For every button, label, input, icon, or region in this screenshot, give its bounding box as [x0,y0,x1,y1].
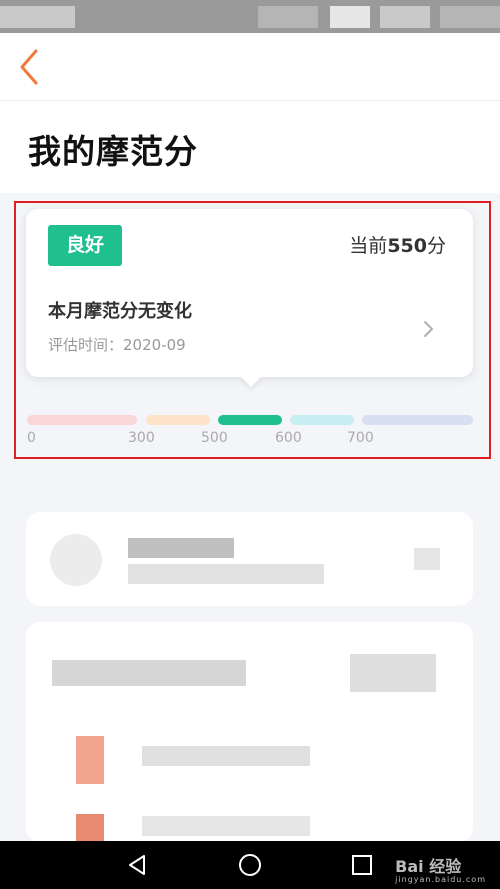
blurred-card [26,622,473,842]
scale-tick: 0 [27,430,36,446]
scale-tick: 700 [347,430,374,446]
scale-tick: 500 [201,430,228,446]
blurred-status-region [330,6,370,28]
blurred-text [350,654,436,692]
blurred-status-region [0,6,75,28]
status-badge: 良好 [48,225,122,266]
header [0,33,500,101]
nav-home-button[interactable] [236,851,264,879]
baidu-jingyan-watermark: Bai 经验 jingyan.baidu.com [395,853,486,884]
blurred-text [128,564,324,584]
blurred-status-region [258,6,318,28]
title-area: 我的摩范分 [0,101,500,193]
current-score-suffix: 分 [426,235,446,257]
blurred-status-region [440,6,500,28]
watermark-sub: jingyan.baidu.com [395,875,486,884]
evaluation-time-value: 2020-09 [123,336,186,354]
score-card[interactable]: 良好 当前550分 本月摩范分无变化 评估时间：2020-09 [26,209,473,387]
chevron-right-icon [424,321,433,337]
current-score: 当前550分 [349,231,446,258]
scale-segment-700-plus [362,415,473,425]
square-recent-icon [352,855,372,875]
blurred-status-region [380,6,430,28]
scale-segment-0-300 [27,415,137,425]
scale-tick: 600 [275,430,302,446]
blurred-text [142,746,310,766]
score-section: 良好 当前550分 本月摩范分无变化 评估时间：2020-09 0 300 50… [0,193,500,480]
blurred-image [76,814,104,842]
score-change-text: 本月摩范分无变化 [48,301,192,322]
evaluation-time-label: 评估时间： [48,336,124,354]
scale-segment-500-600 [218,415,282,425]
blurred-text [142,816,310,836]
system-nav-bar: Bai 经验 jingyan.baidu.com [0,841,500,889]
blurred-avatar [50,534,102,586]
current-score-value: 550 [387,235,427,257]
current-score-prefix: 当前 [349,235,388,257]
chevron-left-icon [20,49,38,85]
circle-home-icon [239,854,261,876]
scale-tick: 300 [128,430,155,446]
blurred-text [52,660,246,686]
status-bar [0,0,500,33]
nav-recent-button[interactable] [348,851,376,879]
blurred-card [26,512,473,606]
scale-segment-300-500 [146,415,210,425]
evaluation-time: 评估时间：2020-09 [48,334,186,355]
blurred-image [76,736,104,784]
triangle-back-icon [129,855,145,875]
blurred-text [128,538,234,558]
blurred-icon [414,548,440,570]
nav-back-button[interactable] [124,851,152,879]
watermark-text: Bai 经验 [395,857,462,876]
page-title: 我的摩范分 [28,132,198,171]
scale-segment-600-700 [290,415,354,425]
back-button[interactable] [14,47,48,87]
